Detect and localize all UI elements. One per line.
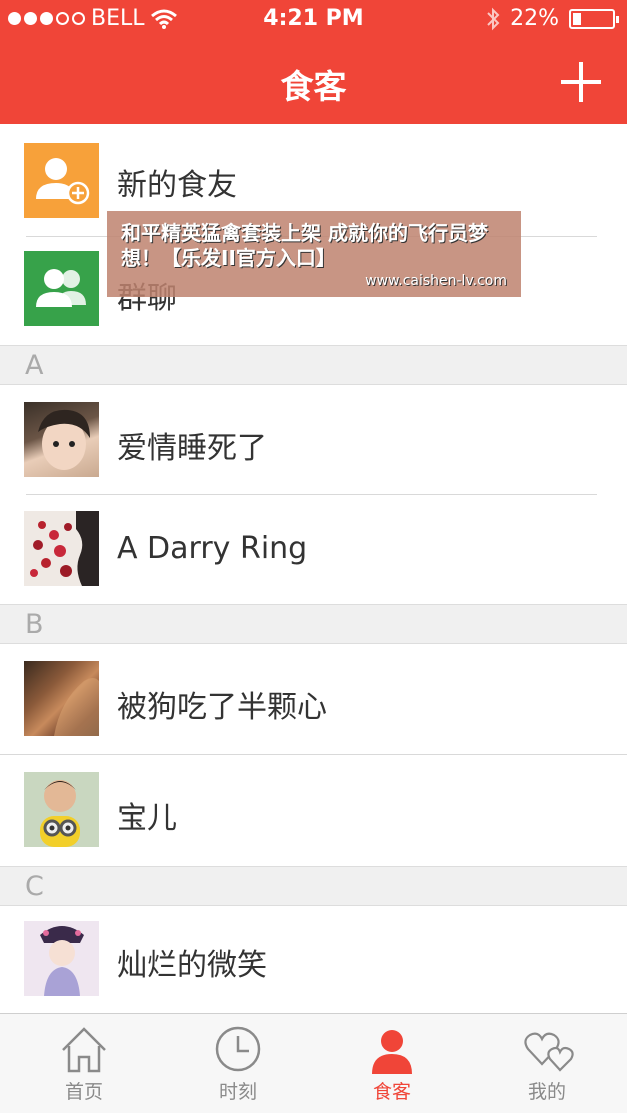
tab-diners[interactable]: 食客 <box>314 1014 470 1113</box>
top-bar: BELL 4:21 PM 22% 食客 <box>0 0 627 124</box>
battery-percent: 22% <box>510 6 559 31</box>
section-letter: C <box>25 871 44 902</box>
contact-avatar <box>24 772 99 847</box>
clock-icon <box>215 1026 261 1072</box>
section-header-a: A <box>0 345 627 385</box>
tab-home[interactable]: 首页 <box>6 1014 162 1113</box>
tab-label: 我的 <box>527 1081 566 1103</box>
bluetooth-icon <box>487 7 500 30</box>
section-header-b: B <box>0 604 627 644</box>
contact-name: A Darry Ring <box>117 531 308 566</box>
section-letter: B <box>25 609 44 640</box>
new-friends-label: 新的食友 <box>117 168 237 203</box>
person-icon <box>372 1030 412 1074</box>
ad-url: www.caishen-lv.com <box>365 273 507 289</box>
status-bar: BELL 4:21 PM 22% <box>0 0 627 40</box>
tab-mine[interactable]: 我的 <box>469 1014 625 1113</box>
battery-info: 22% <box>486 6 619 31</box>
contact-avatar <box>24 921 99 996</box>
contact-avatar <box>24 661 99 736</box>
battery-icon <box>569 8 619 29</box>
group-chat-icon <box>24 251 99 326</box>
hearts-icon <box>524 1032 574 1072</box>
contact-row[interactable]: 爱情睡死了 <box>0 385 627 495</box>
contact-row[interactable]: 被狗吃了半颗心 <box>0 644 627 755</box>
tab-label: 时刻 <box>218 1081 257 1103</box>
add-contact-button[interactable] <box>561 62 601 102</box>
new-friend-icon <box>24 143 99 218</box>
contact-row[interactable]: 灿烂的微笑 <box>0 906 627 1013</box>
page-title: 食客 <box>280 67 347 106</box>
contact-avatar <box>24 511 99 586</box>
tab-bar: 首页 时刻 食客 我的 <box>0 1013 627 1113</box>
tab-moments[interactable]: 时刻 <box>160 1014 316 1113</box>
ad-text: 和平精英猛禽套装上架 成就你的飞行员梦想！【乐发II官方入口】 <box>121 221 488 270</box>
contact-name: 宝儿 <box>117 801 177 836</box>
contact-name: 灿烂的微笑 <box>117 948 267 983</box>
section-header-c: C <box>0 866 627 906</box>
contact-row[interactable]: A Darry Ring <box>0 495 627 604</box>
contact-name: 被狗吃了半颗心 <box>117 690 327 725</box>
contact-avatar <box>24 402 99 477</box>
section-letter: A <box>25 350 44 381</box>
house-icon <box>62 1027 106 1073</box>
tab-label: 食客 <box>372 1081 411 1103</box>
contact-row[interactable]: 宝儿 <box>0 755 627 866</box>
overlay-ad-banner[interactable]: 和平精英猛禽套装上架 成就你的飞行员梦想！【乐发II官方入口】 www.cais… <box>107 211 521 297</box>
tab-label: 首页 <box>64 1081 103 1103</box>
contact-name: 爱情睡死了 <box>117 431 267 466</box>
